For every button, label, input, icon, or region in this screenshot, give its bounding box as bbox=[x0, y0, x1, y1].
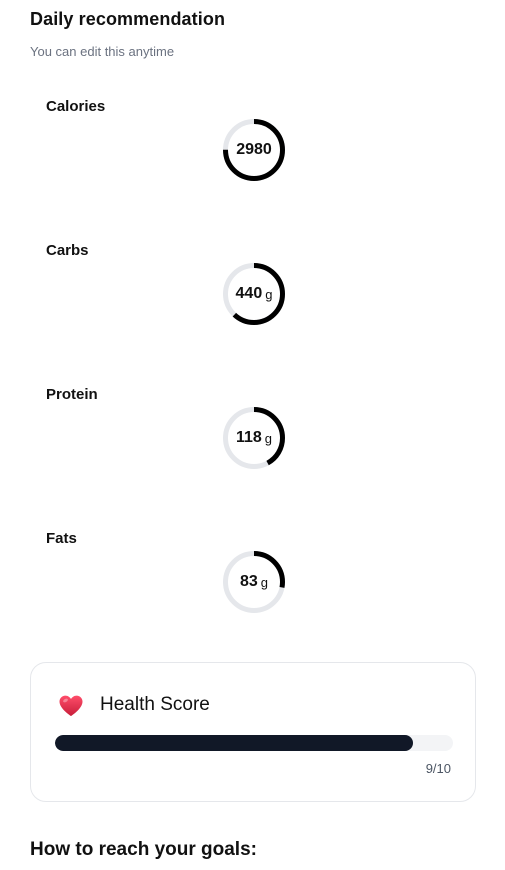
health-score-value: 9/10 bbox=[425, 761, 451, 776]
macro-ring[interactable]: 440 g bbox=[222, 262, 286, 326]
macro-ring[interactable]: 83 g bbox=[222, 550, 286, 614]
goals-heading: How to reach your goals: bbox=[30, 839, 257, 860]
page-title: Daily recommendation bbox=[30, 9, 226, 29]
macro-item: Carbs 440 g bbox=[0, 242, 505, 386]
macro-value-text: 2980 bbox=[222, 118, 286, 182]
macro-value-text: 118 g bbox=[222, 406, 286, 470]
macro-label: Calories bbox=[46, 98, 106, 115]
macro-item: Protein 118 g bbox=[0, 386, 505, 530]
macro-value-text: 440 g bbox=[222, 262, 286, 326]
macro-unit: g bbox=[260, 574, 269, 590]
macro-ring[interactable]: 118 g bbox=[222, 406, 286, 470]
health-score-card: Health Score 9/10 bbox=[30, 662, 476, 802]
macro-label: Carbs bbox=[46, 242, 89, 259]
macro-value: 118 bbox=[235, 429, 262, 446]
macro-label: Fats bbox=[46, 530, 77, 547]
health-score-title: Health Score bbox=[100, 694, 210, 715]
macro-item: Fats 83 g bbox=[0, 530, 505, 674]
macro-value-text: 83 g bbox=[222, 550, 286, 614]
macro-unit: g bbox=[264, 430, 273, 446]
macro-label: Protein bbox=[46, 386, 98, 403]
macro-value: 2980 bbox=[236, 141, 272, 158]
page-subtitle: You can edit this anytime bbox=[30, 44, 175, 59]
macro-value: 440 bbox=[235, 285, 263, 302]
macro-value: 83 bbox=[239, 573, 258, 590]
macro-unit: g bbox=[265, 286, 273, 302]
heart-icon bbox=[59, 695, 83, 716]
health-score-bar bbox=[55, 735, 453, 751]
macro-item: Calories 2980 bbox=[0, 98, 505, 242]
health-score-bar-fill bbox=[55, 735, 414, 751]
macro-ring[interactable]: 2980 bbox=[222, 118, 286, 182]
